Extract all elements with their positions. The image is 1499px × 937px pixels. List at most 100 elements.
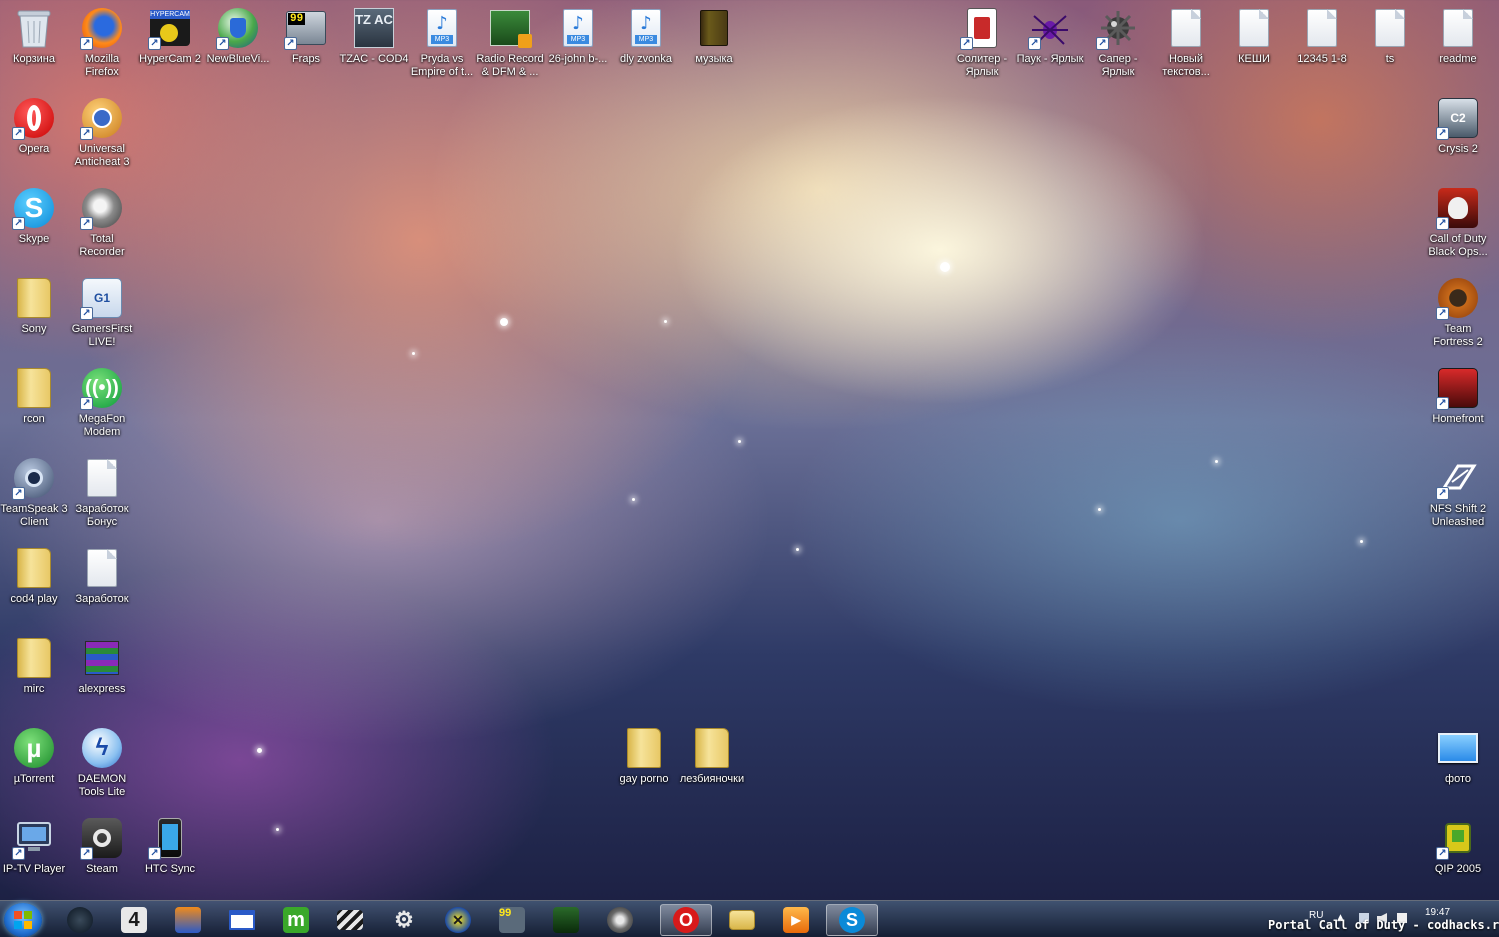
taskbar-gear-button[interactable]: ⚙ <box>378 904 430 936</box>
minesweeper-shortcut[interactable]: ↗ Сапер - Ярлык <box>1084 2 1152 88</box>
shortcut-arrow-icon: ↗ <box>80 397 93 410</box>
shortcut-arrow-icon: ↗ <box>284 37 297 50</box>
newbluevi-desktop-icon[interactable]: ↗ NewBlueVi... <box>204 2 272 88</box>
opera-desktop-icon[interactable]: ↗ Opera <box>0 92 68 178</box>
taskbar-media-player-button[interactable]: ▶ <box>770 904 822 936</box>
gear-icon: ⚙ <box>394 907 414 932</box>
window-icon <box>229 910 255 930</box>
26-john-mp3-file[interactable]: ♪ MP3 26-john b-... <box>544 2 612 88</box>
spider-shortcut[interactable]: ↗ Паук - Ярлык <box>1016 2 1084 88</box>
crysis2-desktop-icon[interactable]: C2 ↗ Crysis 2 <box>1424 92 1492 178</box>
fraps-badge: 99 <box>288 13 306 25</box>
cod4-play-folder[interactable]: cod4 play <box>0 542 68 628</box>
daemon-tools-desktop-icon[interactable]: ϟ DAEMON Tools Lite <box>68 722 136 808</box>
taskbar-four-button[interactable]: 4 <box>108 904 160 936</box>
icon-label: Steam <box>86 863 118 875</box>
steam-desktop-icon[interactable]: ↗ Steam <box>68 812 136 898</box>
m-app-icon: m <box>283 907 309 933</box>
gamersfirst-icon: G1 ↗ <box>80 276 124 320</box>
sony-folder[interactable]: Sony <box>0 272 68 358</box>
nfs-desktop-icon[interactable]: ↗ NFS Shift 2 Unleashed <box>1424 452 1492 538</box>
taskbar-fraps-button[interactable]: 99 <box>486 904 538 936</box>
skype-desktop-icon[interactable]: S ↗ Skype <box>0 182 68 268</box>
taskbar-skype-button[interactable]: S <box>826 904 878 936</box>
start-button[interactable] <box>4 903 42 937</box>
firefox-desktop-icon[interactable]: ↗ Mozilla Firefox <box>68 2 136 88</box>
taskbar-speaker-button[interactable] <box>594 904 646 936</box>
taskbar-winamp-button[interactable] <box>162 904 214 936</box>
taskbar-media-center-button[interactable] <box>54 904 106 936</box>
tf2-desktop-icon[interactable]: ↗ Team Fortress 2 <box>1424 272 1492 358</box>
icon-label: HyperCam 2 <box>139 53 201 65</box>
universal-anticheat-desktop-icon[interactable]: ↗ Universal Anticheat 3 <box>68 92 136 178</box>
newblue-icon: ↗ <box>216 6 260 50</box>
muzyka-desktop-icon[interactable]: музыка <box>680 2 748 88</box>
solitaire-shortcut[interactable]: ↗ Солитер - Ярлык <box>948 2 1016 88</box>
ts-file[interactable]: ts <box>1356 2 1424 88</box>
zarabotok-bonus-file[interactable]: Заработок Бонус <box>68 452 136 538</box>
homefront-desktop-icon[interactable]: ↗ Homefront <box>1424 362 1492 448</box>
recycle-bin-desktop-icon[interactable]: Корзина <box>0 2 68 88</box>
icon-label: 26-john b-... <box>548 53 608 65</box>
shortcut-arrow-icon: ↗ <box>80 37 93 50</box>
readme-file[interactable]: readme <box>1424 2 1492 88</box>
tf2-icon: ↗ <box>1436 276 1480 320</box>
winrar-icon <box>80 636 124 680</box>
tzac-desktop-icon[interactable]: TZ AC TZAC - COD4 <box>339 2 409 88</box>
radio-record-desktop-icon[interactable]: Radio Record & DFM & ... <box>476 2 544 88</box>
clock[interactable]: 19:47 <box>1425 907 1450 918</box>
new-text-file[interactable]: Новый текстов... <box>1152 2 1220 88</box>
icon-label: Pryda vs Empire of t... <box>410 53 474 78</box>
htc-sync-desktop-icon[interactable]: ↗ HTC Sync <box>136 812 204 898</box>
taskbar-opera-button[interactable]: O <box>660 904 712 936</box>
gay-porno-folder[interactable]: gay porno <box>610 722 678 808</box>
shortcut-arrow-icon: ↗ <box>1436 127 1449 140</box>
icon-label: музыка <box>695 53 733 65</box>
hypercam-desktop-icon[interactable]: HYPERCAM ↗ HyperCam 2 <box>136 2 204 88</box>
dly-zvonka-mp3-file[interactable]: ♪ MP3 dly zvonka <box>612 2 680 88</box>
mp3-tag: MP3 <box>431 35 453 44</box>
icon-label: Sony <box>21 323 47 335</box>
rcon-folder[interactable]: rcon <box>0 362 68 448</box>
taskbar-xfire-button[interactable]: ✕ <box>432 904 484 936</box>
shortcut-arrow-icon: ↗ <box>1096 37 1109 50</box>
pryda-mp3-file[interactable]: ♪ MP3 Pryda vs Empire of t... <box>408 2 476 88</box>
folder-icon <box>12 636 56 680</box>
12345-file[interactable]: 12345 1-8 <box>1288 2 1356 88</box>
crysis-icon: C2 ↗ <box>1436 96 1480 140</box>
mirc-folder[interactable]: mirc <box>0 632 68 718</box>
shortcut-arrow-icon: ↗ <box>80 127 93 140</box>
text-file-icon <box>80 546 124 590</box>
megafon-desktop-icon[interactable]: ((•)) ↗ MegaFon Modem <box>68 362 136 448</box>
taskbar-anticheat-button[interactable] <box>540 904 592 936</box>
iptv-desktop-icon[interactable]: ↗ IP-TV Player <box>0 812 68 898</box>
utorrent-desktop-icon[interactable]: µ µTorrent <box>0 722 68 808</box>
taskbar-explorer-button[interactable] <box>716 904 768 936</box>
fraps-desktop-icon[interactable]: 99 ↗ Fraps <box>272 2 340 88</box>
shortcut-arrow-icon: ↗ <box>1436 847 1449 860</box>
taskbar-window-button[interactable] <box>216 904 268 936</box>
icon-label: mirc <box>23 683 45 695</box>
icon-label: HTC Sync <box>144 863 196 875</box>
winamp-icon <box>175 907 201 933</box>
speaker-icon: ↗ <box>80 186 124 230</box>
zarobotok-file[interactable]: Заработок <box>68 542 136 628</box>
cod-black-ops-desktop-icon[interactable]: ↗ Call of Duty Black Ops... <box>1424 182 1492 268</box>
icon-label: Паук - Ярлык <box>1016 53 1084 65</box>
qip-desktop-icon[interactable]: ↗ QIP 2005 <box>1424 812 1492 898</box>
keshi-file[interactable]: КЕШИ <box>1220 2 1288 88</box>
gamersfirst-desktop-icon[interactable]: G1 ↗ GamersFirst LIVE! <box>68 272 136 358</box>
lesbi-folder[interactable]: лезбияночки <box>678 722 746 808</box>
teamspeak-desktop-icon[interactable]: ↗ TeamSpeak 3 Client <box>0 452 68 538</box>
taskbar-m-app-button[interactable]: m <box>270 904 322 936</box>
shortcut-arrow-icon: ↗ <box>1436 307 1449 320</box>
alexpress-archive[interactable]: alexpress <box>68 632 136 718</box>
total-recorder-desktop-icon[interactable]: ↗ Total Recorder <box>68 182 136 268</box>
taskbar-clapperboard-button[interactable] <box>324 904 376 936</box>
mp3-file-icon: ♪ MP3 <box>624 6 668 50</box>
icon-label: Total Recorder <box>79 233 125 258</box>
htc-sync-icon: ↗ <box>148 816 192 860</box>
text-file-icon <box>1300 6 1344 50</box>
foto-desktop-icon[interactable]: фото <box>1424 722 1492 808</box>
book-icon <box>692 6 736 50</box>
